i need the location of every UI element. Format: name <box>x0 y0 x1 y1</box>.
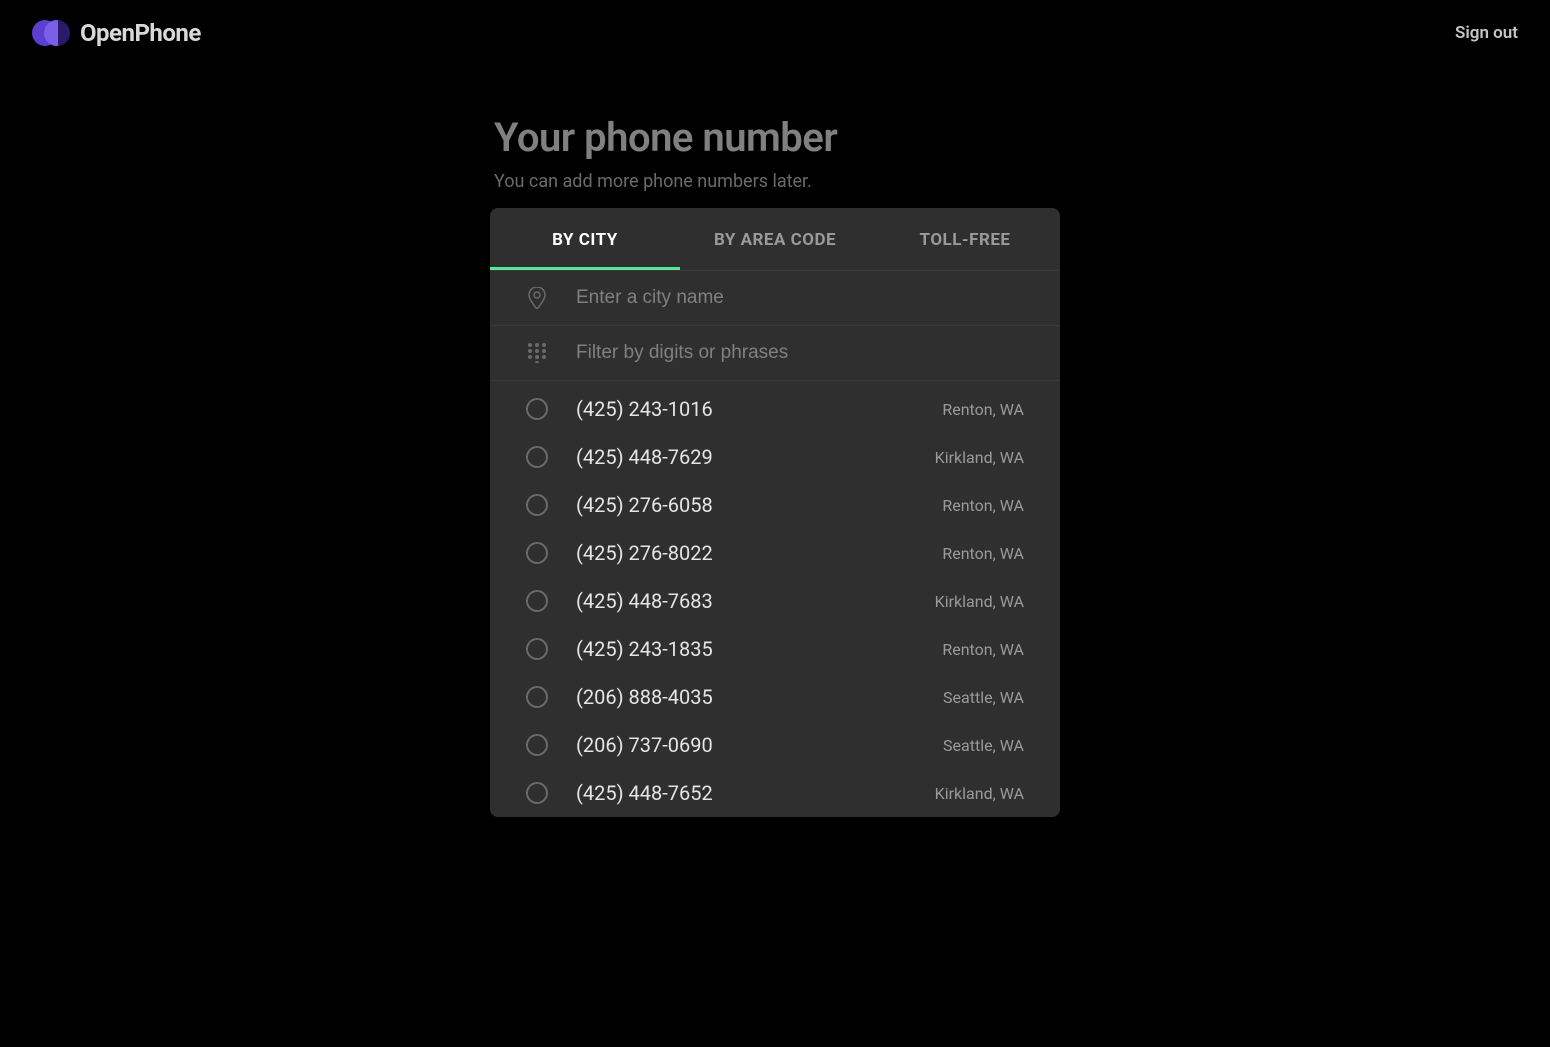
number-list: (425) 243-1016 Renton, WA (425) 448-7629… <box>490 381 1060 817</box>
logo-icon <box>32 18 70 48</box>
phone-number-label: (425) 448-7652 <box>576 781 935 805</box>
location-label: Renton, WA <box>942 400 1024 419</box>
header: OpenPhone Sign out <box>0 0 1550 66</box>
dialpad-icon <box>526 342 548 364</box>
location-label: Kirkland, WA <box>935 592 1024 611</box>
phone-number-label: (425) 276-6058 <box>576 493 942 517</box>
location-label: Renton, WA <box>942 640 1024 659</box>
sign-out-link[interactable]: Sign out <box>1455 23 1518 43</box>
tab-toll-free[interactable]: TOLL-FREE <box>870 208 1060 270</box>
main-content: Your phone number You can add more phone… <box>490 114 1060 817</box>
number-option[interactable]: (206) 888-4035 Seattle, WA <box>490 673 1060 721</box>
location-label: Kirkland, WA <box>935 448 1024 467</box>
number-picker-card: BY CITY BY AREA CODE TOLL-FREE <box>490 208 1060 817</box>
number-option[interactable]: (425) 276-6058 Renton, WA <box>490 481 1060 529</box>
radio-icon <box>526 734 548 756</box>
radio-icon <box>526 542 548 564</box>
number-option[interactable]: (425) 448-7629 Kirkland, WA <box>490 433 1060 481</box>
city-input[interactable] <box>576 287 1024 309</box>
number-option[interactable]: (425) 448-7683 Kirkland, WA <box>490 577 1060 625</box>
tabs: BY CITY BY AREA CODE TOLL-FREE <box>490 208 1060 271</box>
filter-input-row <box>490 326 1060 381</box>
location-label: Seattle, WA <box>943 736 1024 755</box>
location-pin-icon <box>526 287 548 309</box>
number-option[interactable]: (206) 737-0690 Seattle, WA <box>490 721 1060 769</box>
page-title: Your phone number <box>494 114 1060 161</box>
phone-number-label: (425) 448-7683 <box>576 589 935 613</box>
number-option[interactable]: (425) 448-7652 Kirkland, WA <box>490 769 1060 817</box>
phone-number-label: (425) 243-1835 <box>576 637 942 661</box>
brand-name: OpenPhone <box>80 19 201 47</box>
location-label: Kirkland, WA <box>935 784 1024 803</box>
location-label: Renton, WA <box>942 544 1024 563</box>
tab-by-area-code[interactable]: BY AREA CODE <box>680 208 870 270</box>
phone-number-label: (206) 737-0690 <box>576 733 943 757</box>
location-label: Renton, WA <box>942 496 1024 515</box>
radio-icon <box>526 638 548 660</box>
radio-icon <box>526 494 548 516</box>
radio-icon <box>526 446 548 468</box>
logo[interactable]: OpenPhone <box>32 18 201 48</box>
radio-icon <box>526 398 548 420</box>
phone-number-label: (425) 448-7629 <box>576 445 935 469</box>
number-option[interactable]: (425) 276-8022 Renton, WA <box>490 529 1060 577</box>
city-input-row <box>490 271 1060 326</box>
radio-icon <box>526 782 548 804</box>
phone-number-label: (206) 888-4035 <box>576 685 943 709</box>
phone-number-label: (425) 243-1016 <box>576 397 942 421</box>
number-option[interactable]: (425) 243-1016 Renton, WA <box>490 385 1060 433</box>
tab-by-city[interactable]: BY CITY <box>490 208 680 270</box>
location-label: Seattle, WA <box>943 688 1024 707</box>
radio-icon <box>526 686 548 708</box>
page-subtitle: You can add more phone numbers later. <box>494 171 1060 192</box>
number-option[interactable]: (425) 243-1835 Renton, WA <box>490 625 1060 673</box>
radio-icon <box>526 590 548 612</box>
phone-number-label: (425) 276-8022 <box>576 541 942 565</box>
filter-input[interactable] <box>576 342 1024 364</box>
